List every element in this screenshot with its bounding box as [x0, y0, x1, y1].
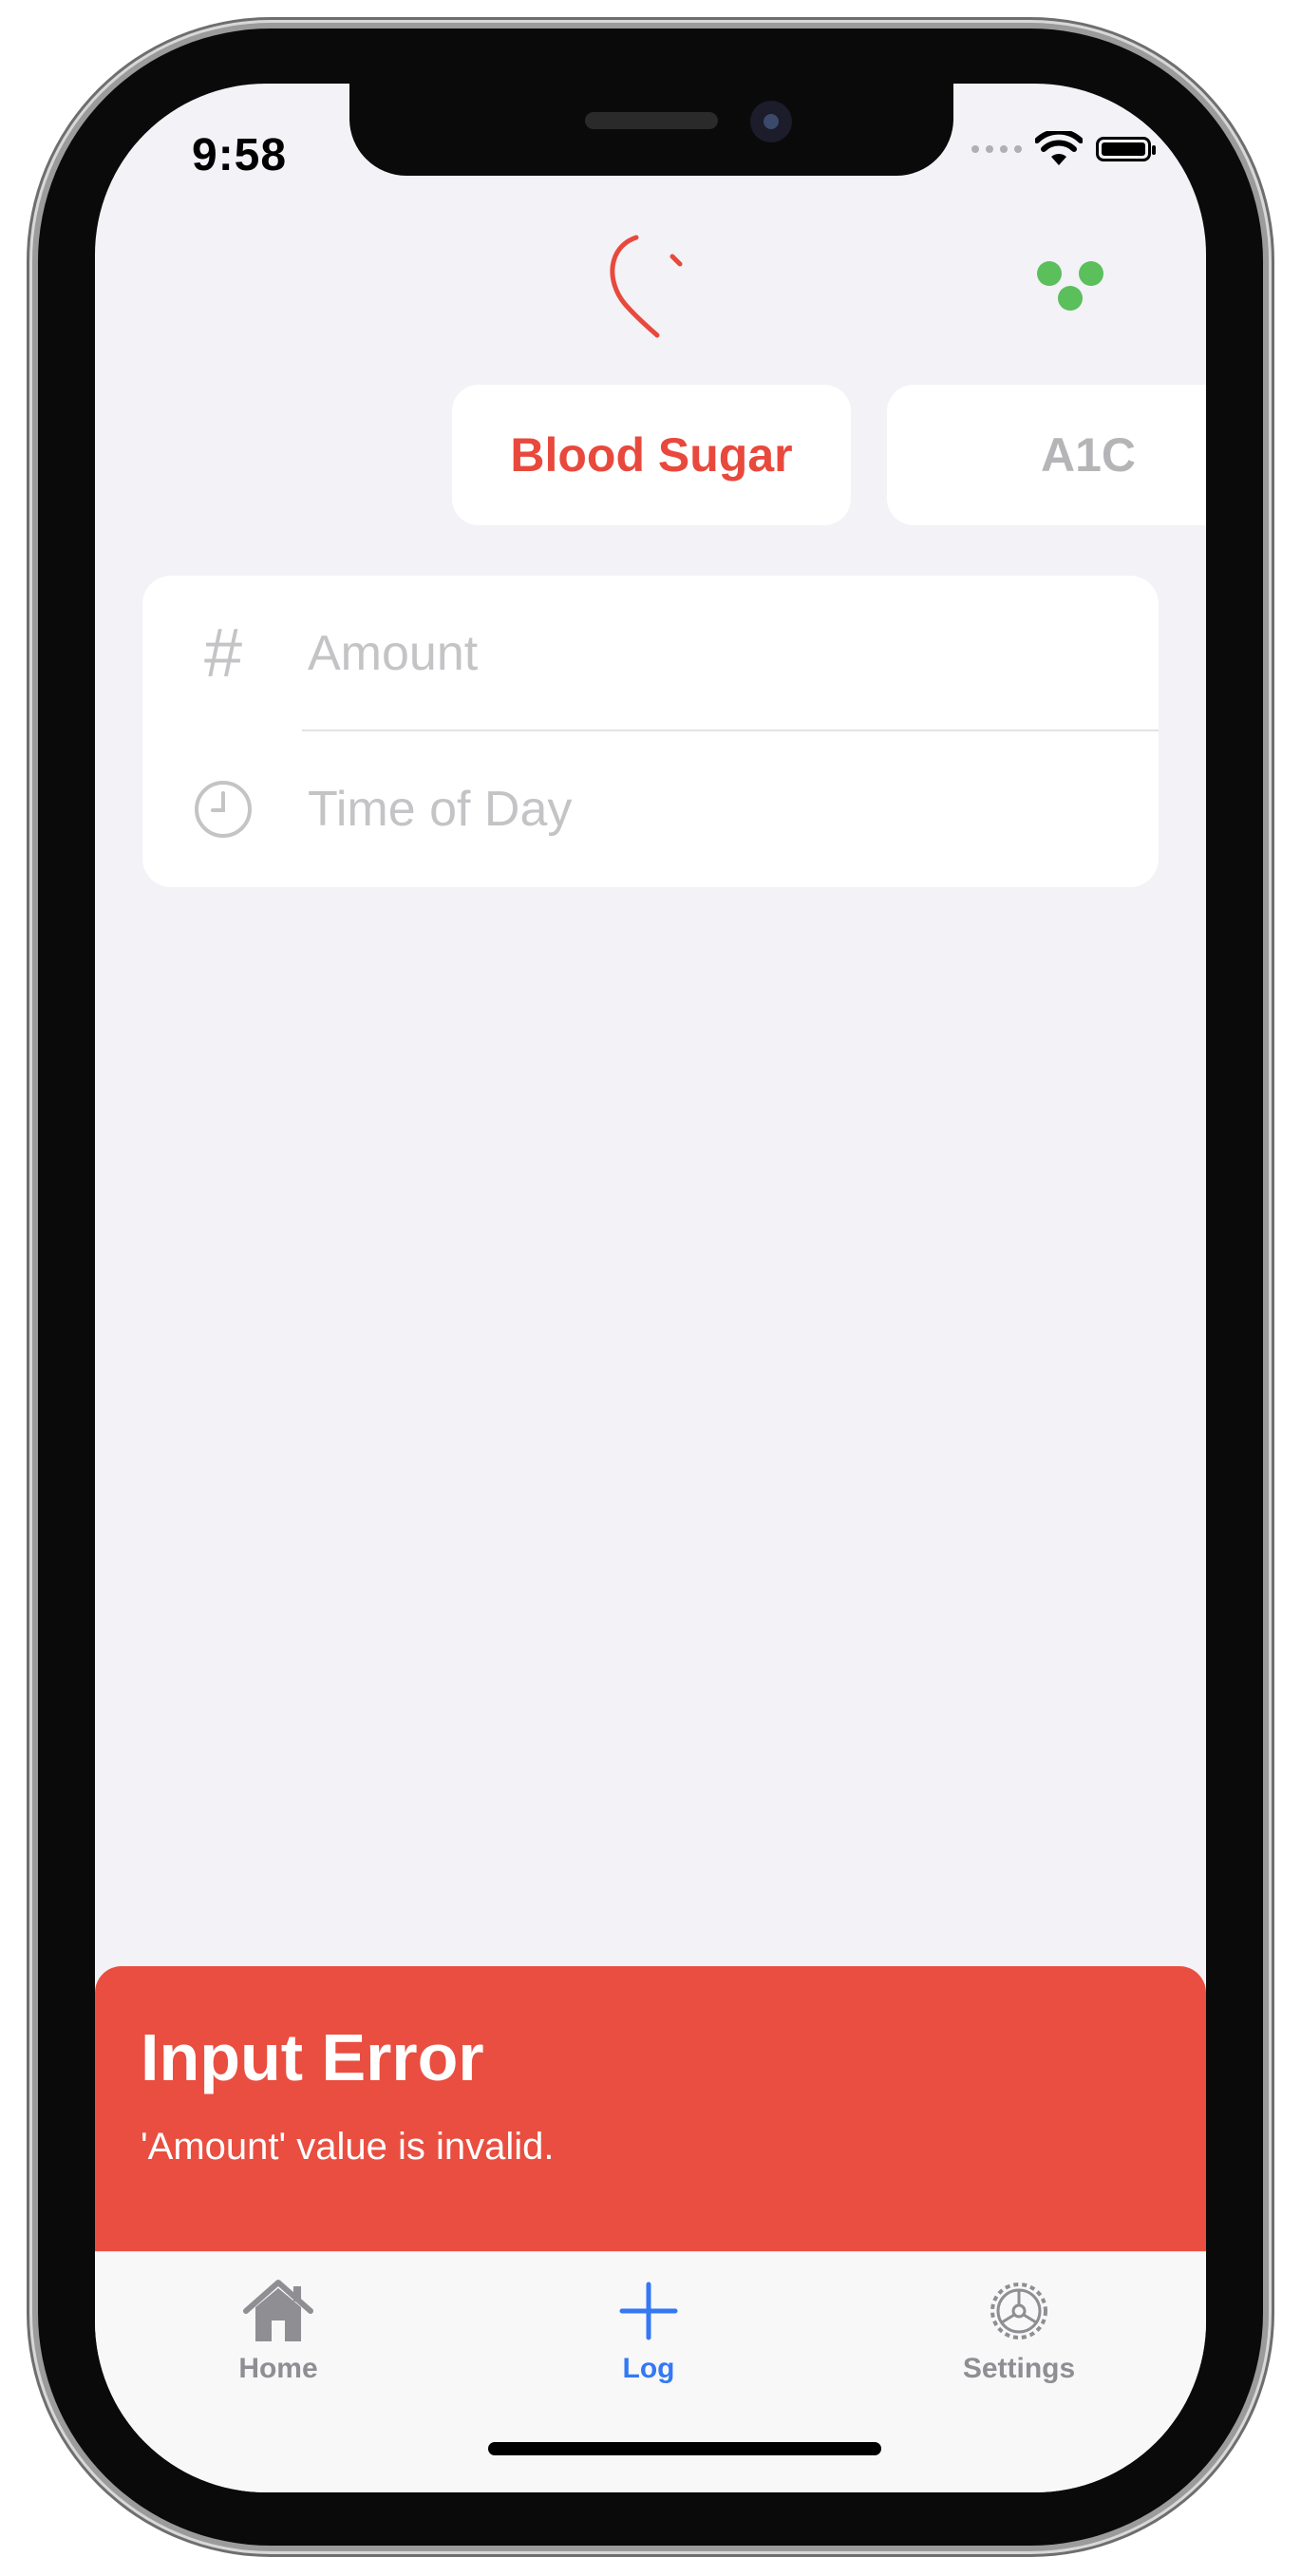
power-button: [1263, 670, 1274, 974]
speaker: [585, 112, 718, 129]
front-camera: [750, 101, 792, 142]
amount-field[interactable]: [306, 624, 1117, 683]
cellular-dots-icon: [971, 145, 1022, 153]
notch: [349, 84, 953, 176]
hash-icon: #: [203, 616, 243, 691]
tab-a1c[interactable]: A1C: [887, 385, 1206, 525]
gear-icon: [990, 2282, 1047, 2339]
tab-home-label: Home: [238, 2353, 318, 2384]
battery-icon: [1096, 137, 1156, 161]
tab-blood-sugar[interactable]: Blood Sugar: [452, 385, 851, 525]
home-indicator[interactable]: [488, 2442, 881, 2455]
error-toast[interactable]: Input Error 'Amount' value is invalid.: [95, 1966, 1206, 2270]
heart-logo-icon: [610, 235, 683, 338]
error-title: Input Error: [141, 2020, 484, 2094]
tab-home[interactable]: Home: [164, 2273, 392, 2406]
tab-log[interactable]: Log: [535, 2273, 763, 2406]
dots-menu-icon[interactable]: [1035, 253, 1111, 319]
status-time: 9:58: [192, 130, 288, 180]
error-message: 'Amount' value is invalid.: [141, 2126, 555, 2168]
tab-settings-label: Settings: [962, 2353, 1076, 2384]
plus-icon: [619, 2282, 678, 2340]
log-form: #: [142, 576, 1159, 887]
tab-settings[interactable]: Settings: [905, 2273, 1133, 2406]
wifi-icon: [1035, 131, 1083, 165]
home-icon: [243, 2280, 313, 2341]
app-screen: 9:58 Blood Sugar A1C # Amount Time of Da…: [95, 84, 1206, 2492]
status-indicators: [971, 131, 1156, 167]
time-of-day-field[interactable]: [306, 780, 1117, 839]
silent-switch: [27, 427, 38, 522]
tab-bar: Home Log Settings: [95, 2251, 1206, 2492]
amount-row: #: [142, 576, 1159, 731]
time-of-day-row: [142, 731, 1159, 887]
clock-icon: [190, 776, 256, 843]
volume-down-button: [27, 850, 38, 1040]
tab-log-label: Log: [622, 2353, 675, 2384]
volume-up-button: [27, 608, 38, 798]
